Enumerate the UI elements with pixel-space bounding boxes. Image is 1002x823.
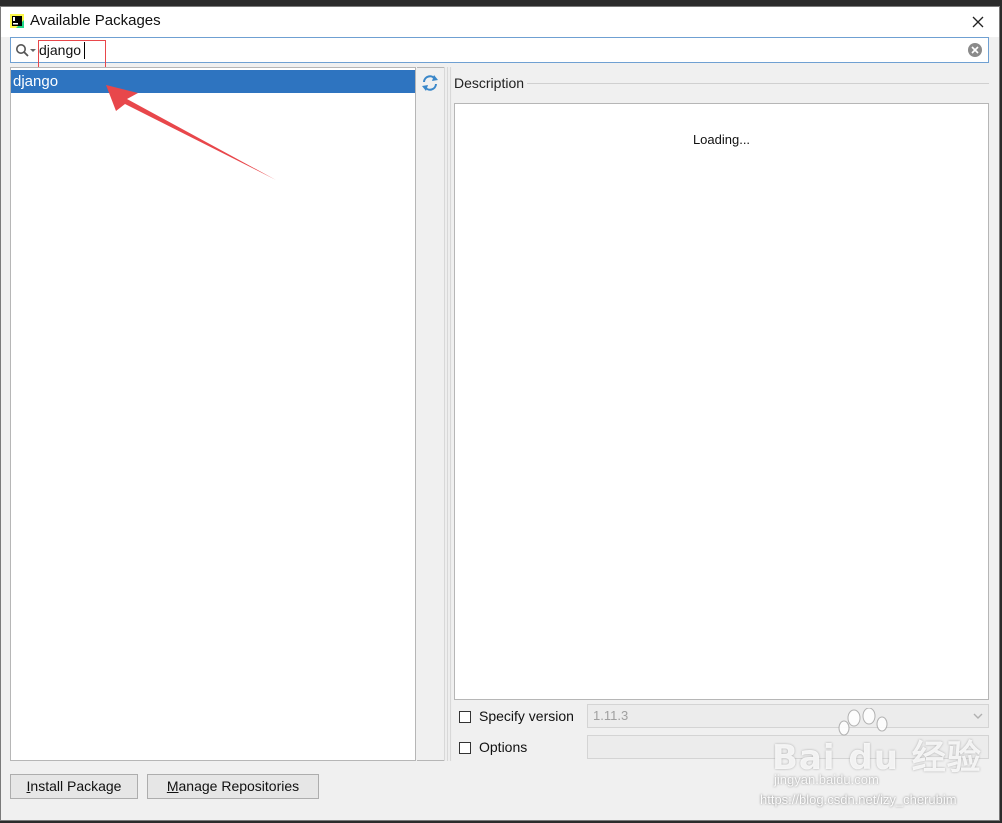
title-bar: Available Packages xyxy=(1,7,999,37)
pycharm-logo-icon xyxy=(10,14,24,28)
options-input[interactable] xyxy=(587,735,989,759)
search-icon[interactable] xyxy=(15,43,37,59)
install-label: nstall Package xyxy=(30,778,122,794)
install-package-button[interactable]: Install Package xyxy=(10,774,138,799)
search-input[interactable] xyxy=(39,40,939,60)
description-label: Description xyxy=(454,75,525,91)
close-button[interactable] xyxy=(961,7,995,37)
window-title: Available Packages xyxy=(30,12,161,29)
options-checkbox[interactable] xyxy=(459,742,471,754)
specify-version-label[interactable]: Specify version xyxy=(479,708,574,724)
version-select[interactable]: 1.11.3 xyxy=(587,704,989,728)
options-label[interactable]: Options xyxy=(479,739,527,755)
description-panel: Loading... xyxy=(454,103,989,700)
text-caret xyxy=(84,42,85,59)
close-icon xyxy=(972,16,984,28)
manage-repositories-button[interactable]: Manage Repositories xyxy=(147,774,319,799)
specify-version-checkbox[interactable] xyxy=(459,711,471,723)
version-value: 1.11.3 xyxy=(593,708,629,723)
list-toolbar xyxy=(417,67,444,761)
manage-label: anage Repositories xyxy=(178,778,300,794)
package-list-item[interactable]: django xyxy=(11,70,415,93)
panel-splitter[interactable] xyxy=(444,67,452,761)
manage-mnemonic: M xyxy=(166,778,179,794)
package-list[interactable]: django xyxy=(10,67,416,761)
search-bar[interactable] xyxy=(10,37,989,63)
chevron-down-icon xyxy=(973,713,983,719)
package-name: django xyxy=(13,73,59,90)
loading-text: Loading... xyxy=(692,132,751,147)
refresh-icon[interactable] xyxy=(420,73,440,93)
description-separator xyxy=(527,83,989,84)
clear-circle-icon[interactable] xyxy=(967,42,983,58)
